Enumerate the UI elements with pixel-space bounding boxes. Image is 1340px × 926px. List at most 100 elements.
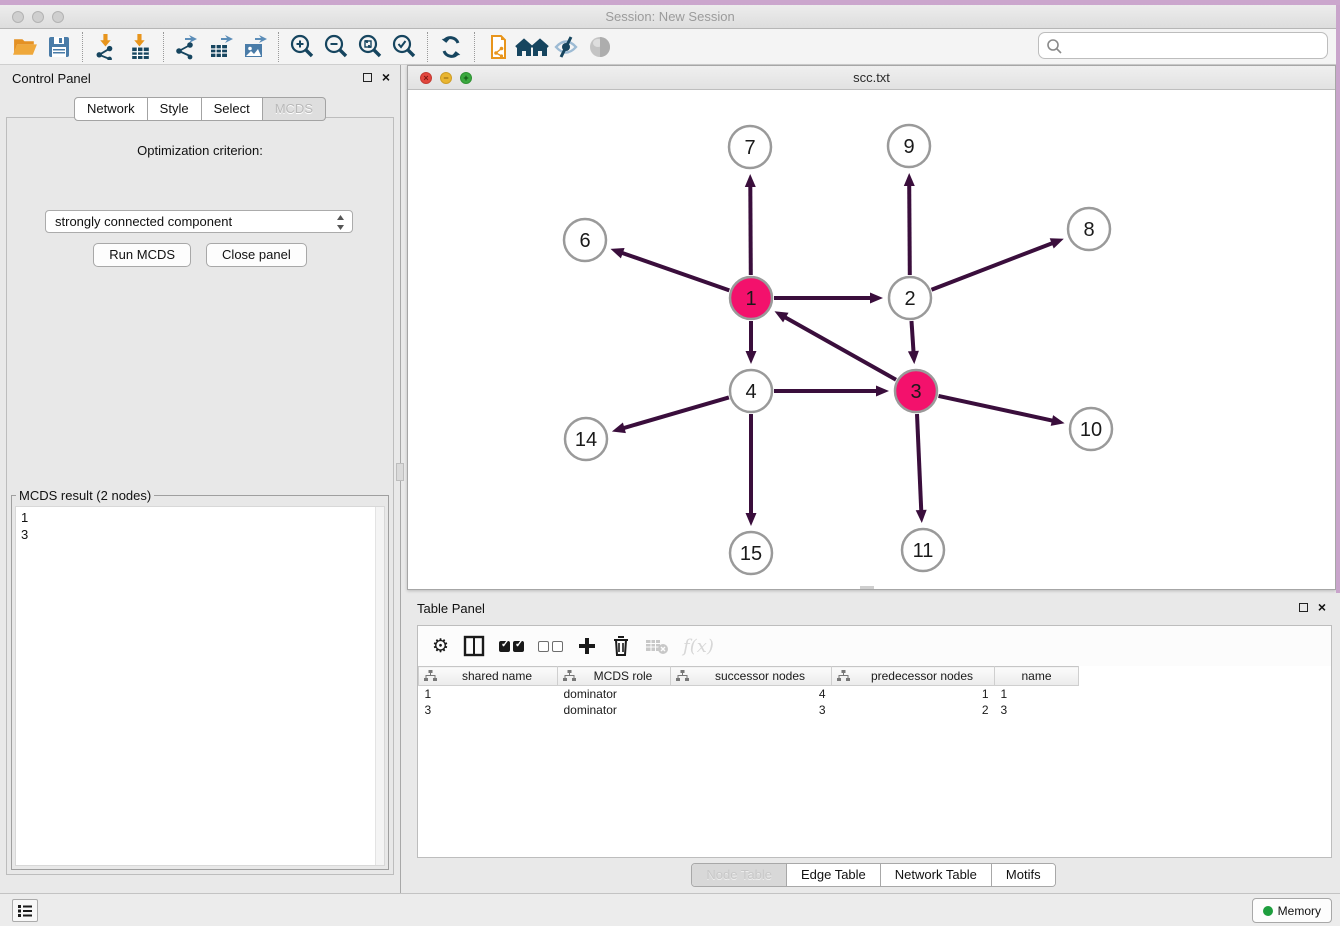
network-graph[interactable]: 1 2 3 4 6 7 8 9 10 11 14 15 — [408, 90, 1335, 589]
graph-edge-4-14[interactable] — [612, 397, 729, 433]
graph-edge-2-9[interactable] — [904, 173, 915, 275]
run-mcds-button[interactable]: Run MCDS — [93, 243, 191, 267]
network-maximize-button[interactable]: + — [460, 72, 472, 84]
graph-edge-2-3[interactable] — [908, 321, 919, 364]
graph-edge-1-2[interactable] — [774, 293, 883, 304]
network-canvas[interactable]: 1 2 3 4 6 7 8 9 10 11 14 15 — [408, 90, 1335, 589]
column-header-predecessor-nodes[interactable]: predecessor nodes — [832, 667, 995, 686]
zoom-fit-button[interactable] — [353, 31, 387, 63]
tab-network[interactable]: Network — [74, 97, 148, 121]
refresh-layout-button[interactable] — [434, 31, 468, 63]
float-panel-icon[interactable] — [1299, 603, 1308, 612]
close-panel-icon[interactable]: × — [1318, 602, 1326, 612]
table-row[interactable]: 3 dominator 3 2 3 — [419, 702, 1079, 718]
optimization-criterion-select[interactable]: strongly connected component — [45, 210, 353, 233]
table-settings-button[interactable]: ⚙ — [432, 637, 449, 656]
mcds-result-title: MCDS result (2 nodes) — [16, 488, 154, 503]
close-panel-button[interactable]: Close panel — [206, 243, 307, 267]
graph-edge-3-1[interactable] — [775, 311, 897, 379]
float-panel-icon[interactable] — [363, 73, 372, 82]
dropdown-arrows-icon — [336, 215, 345, 230]
graph-node-11[interactable]: 11 — [902, 529, 944, 571]
import-table-button[interactable] — [123, 31, 157, 63]
graph-node-6[interactable]: 6 — [564, 219, 606, 261]
search-box[interactable] — [1038, 32, 1328, 59]
panel-divider-handle[interactable] — [396, 463, 404, 481]
import-network-button[interactable] — [89, 31, 123, 63]
graph-node-2[interactable]: 2 — [889, 277, 931, 319]
network-minimize-button[interactable]: − — [440, 72, 452, 84]
canvas-resize-handle[interactable] — [860, 586, 874, 589]
graph-edge-4-3[interactable] — [774, 386, 889, 397]
delete-table-button[interactable] — [645, 637, 669, 655]
open-session-button[interactable] — [8, 31, 42, 63]
zoom-out-button[interactable] — [319, 31, 353, 63]
column-header-successor-nodes[interactable]: successor nodes — [671, 667, 832, 686]
zoom-in-button[interactable] — [285, 31, 319, 63]
graph-node-9[interactable]: 9 — [888, 125, 930, 167]
column-header-name[interactable]: name — [995, 667, 1079, 686]
graph-edge-1-4[interactable] — [746, 321, 757, 364]
network-window-titlebar[interactable]: × − + scc.txt — [408, 66, 1335, 90]
graph-edge-1-7[interactable] — [745, 174, 756, 275]
graph-edge-2-8[interactable] — [932, 238, 1064, 289]
table-row[interactable]: 1 dominator 4 1 1 — [419, 686, 1079, 702]
network-close-button[interactable]: × — [420, 72, 432, 84]
app-titlebar: Session: New Session — [0, 5, 1340, 29]
graph-node-15[interactable]: 15 — [730, 532, 772, 574]
show-columns-button[interactable] — [463, 635, 485, 657]
graph-node-14[interactable]: 14 — [565, 418, 607, 460]
save-session-button[interactable] — [42, 31, 76, 63]
deselect-all-columns-button[interactable] — [538, 641, 563, 652]
home-button[interactable] — [515, 31, 549, 63]
export-network-button[interactable] — [170, 31, 204, 63]
graph-node-1[interactable]: 1 — [730, 277, 772, 319]
delete-column-button[interactable] — [611, 635, 631, 657]
clone-network-button[interactable] — [481, 31, 515, 63]
tab-edge-table[interactable]: Edge Table — [786, 864, 880, 886]
search-input[interactable] — [1063, 35, 1327, 57]
table-panel: Table Panel × ⚙ — [407, 595, 1340, 893]
tab-motifs[interactable]: Motifs — [991, 864, 1055, 886]
graph-node-4[interactable]: 4 — [730, 370, 772, 412]
mcds-result-text: 1 3 — [16, 507, 384, 545]
column-header-mcds-role[interactable]: MCDS role — [558, 667, 671, 686]
mcds-panel: Optimization criterion: strongly connect… — [6, 117, 394, 875]
tab-select[interactable]: Select — [202, 97, 263, 121]
column-header-shared-name[interactable]: shared name — [419, 667, 558, 686]
graph-node-10[interactable]: 10 — [1070, 408, 1112, 450]
refresh-icon — [437, 33, 465, 61]
result-scrollbar[interactable] — [375, 507, 384, 865]
graph-node-8[interactable]: 8 — [1068, 208, 1110, 250]
task-history-button[interactable] — [12, 899, 38, 922]
graph-edge-3-11[interactable] — [916, 414, 927, 523]
graph-node-3[interactable]: 3 — [895, 370, 937, 412]
export-image-button[interactable] — [238, 31, 272, 63]
close-panel-icon[interactable]: × — [382, 72, 390, 82]
function-builder-button[interactable]: f(x) — [683, 636, 714, 657]
graph-edge-1-6[interactable] — [611, 248, 730, 290]
checked-checkbox-icon — [499, 641, 510, 652]
tab-node-table[interactable]: Node Table — [692, 864, 786, 886]
zoom-window-button[interactable] — [52, 11, 64, 23]
select-all-columns-button[interactable] — [499, 641, 524, 652]
mcds-result-text-area[interactable]: 1 3 — [15, 506, 385, 866]
import-network-icon — [93, 33, 120, 60]
tab-mcds[interactable]: MCDS — [263, 97, 326, 121]
zoom-selected-button[interactable] — [387, 31, 421, 63]
tab-style[interactable]: Style — [148, 97, 202, 121]
network-window-title: scc.txt — [408, 66, 1335, 89]
export-table-button[interactable] — [204, 31, 238, 63]
minimize-window-button[interactable] — [32, 11, 44, 23]
tab-network-table[interactable]: Network Table — [880, 864, 991, 886]
trash-icon — [611, 635, 631, 657]
memory-button[interactable]: Memory — [1252, 898, 1332, 923]
close-window-button[interactable] — [12, 11, 24, 23]
hide-graphics-button[interactable] — [549, 31, 583, 63]
graph-edge-4-15[interactable] — [746, 414, 757, 526]
level-of-detail-button[interactable] — [583, 31, 617, 63]
graph-node-7[interactable]: 7 — [729, 126, 771, 168]
svg-text:11: 11 — [913, 540, 934, 562]
graph-edge-3-10[interactable] — [939, 396, 1065, 426]
add-column-button[interactable] — [577, 636, 597, 656]
